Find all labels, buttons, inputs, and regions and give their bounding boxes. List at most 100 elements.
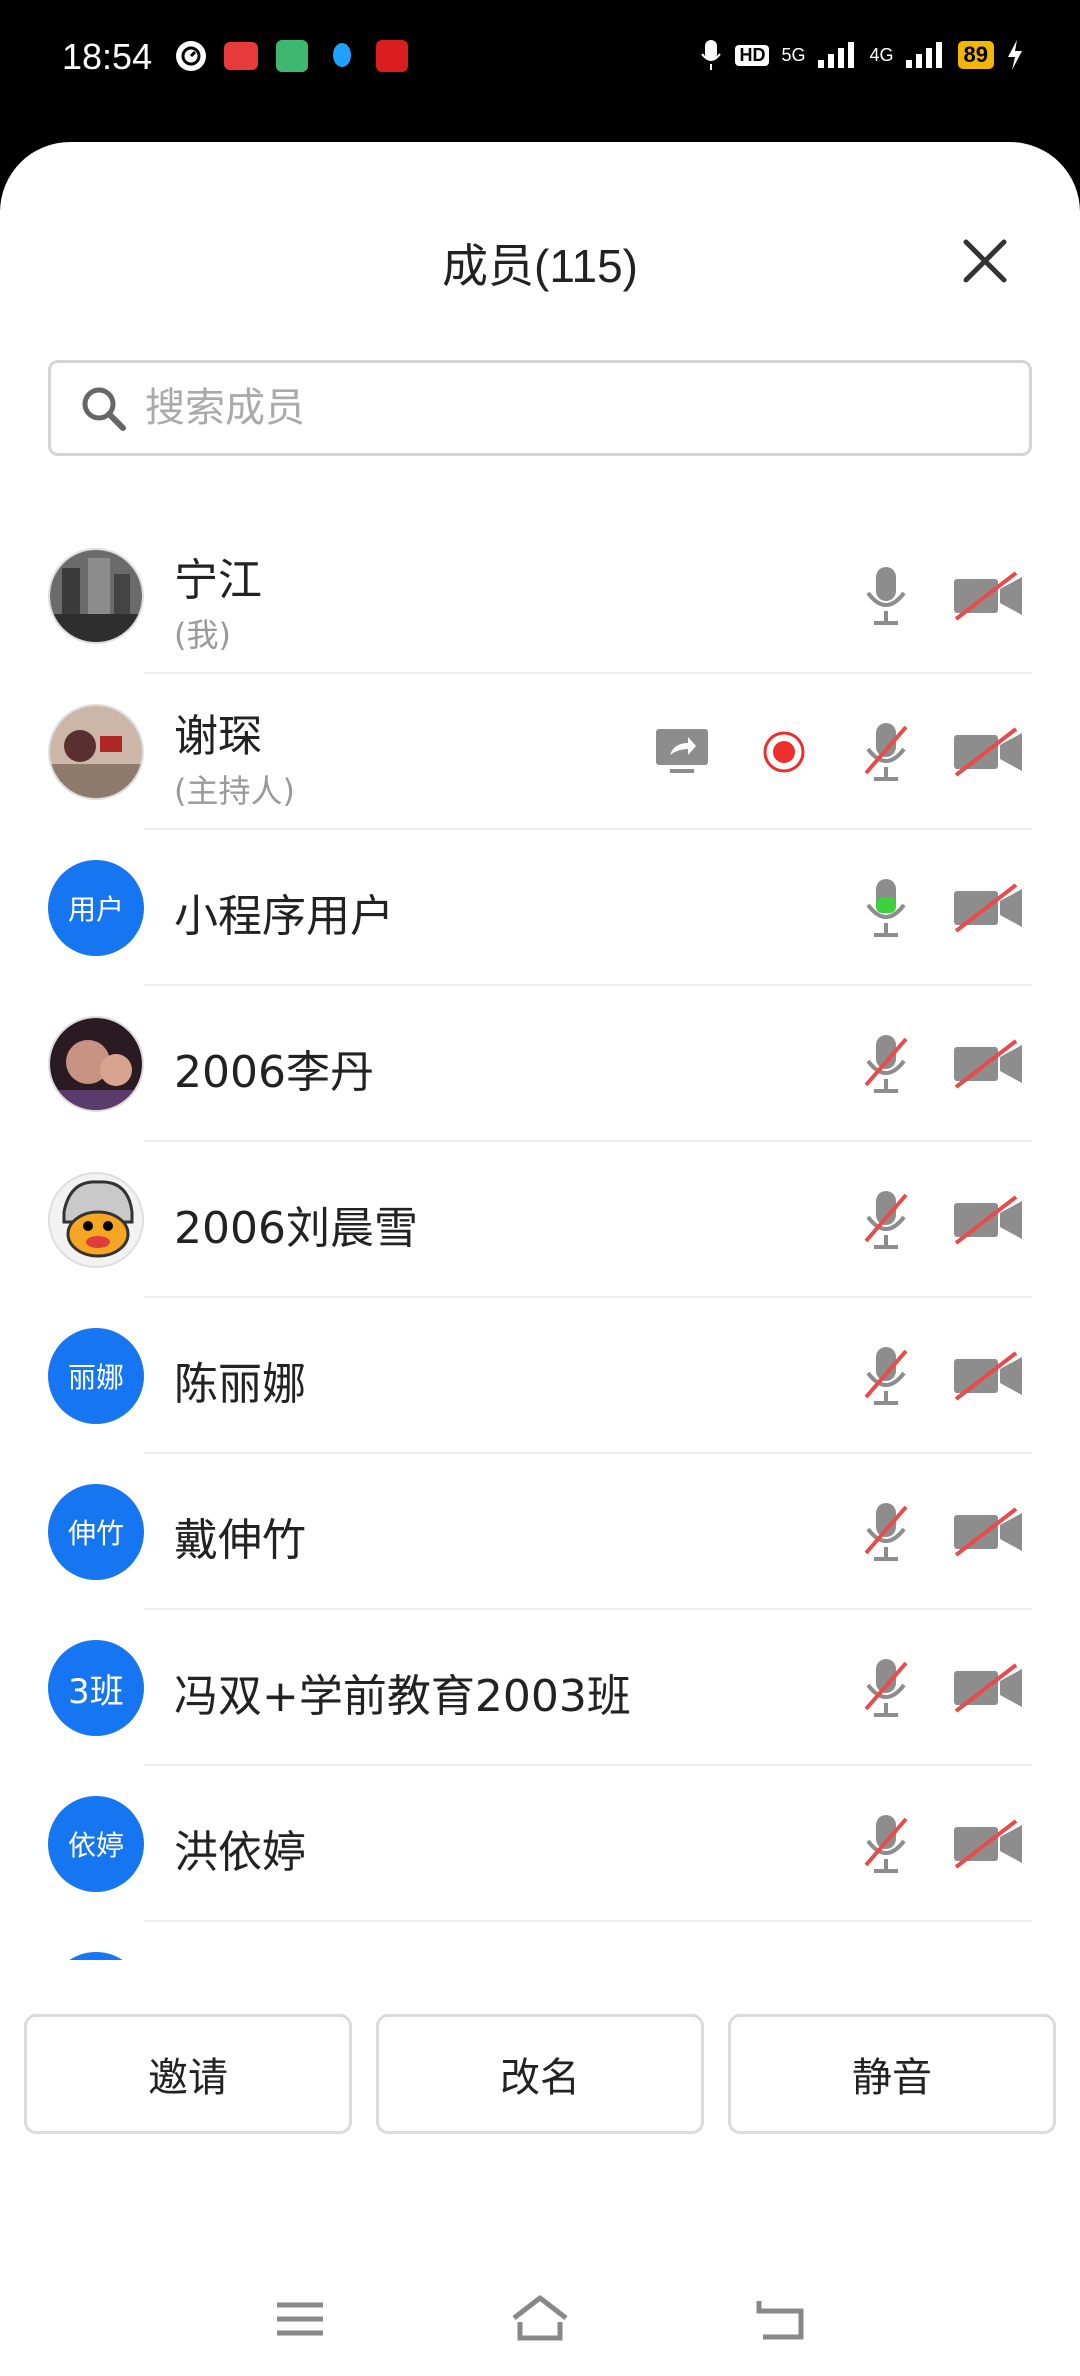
network-5g: 5G xyxy=(781,44,806,65)
mic-toggle[interactable] xyxy=(850,872,922,944)
member-row[interactable]: 丽娜 陈丽娜 xyxy=(0,1298,1080,1454)
qq-icon xyxy=(326,40,358,72)
camera-toggle[interactable] xyxy=(952,872,1024,944)
battery-level: 89 xyxy=(957,41,994,69)
close-button[interactable] xyxy=(950,226,1020,296)
member-row[interactable]: 用户 小程序用户 xyxy=(0,830,1080,986)
signal-icon-1 xyxy=(817,42,854,68)
mic-muted-icon xyxy=(864,1815,908,1873)
camera-toggle[interactable] xyxy=(952,1808,1024,1880)
member-name: 2006李丹 xyxy=(174,1047,374,1098)
camera-off-icon xyxy=(954,1819,1022,1869)
camera-toggle[interactable] xyxy=(952,1496,1024,1568)
member-row[interactable]: 宁江 (我) xyxy=(0,518,1080,674)
home-nav-button[interactable] xyxy=(500,2279,580,2359)
news-app-icon xyxy=(224,42,258,70)
close-icon xyxy=(963,239,1007,283)
member-name: 戴伸竹 xyxy=(174,1515,306,1566)
recording-indicator xyxy=(748,716,820,788)
camera-off-icon xyxy=(954,727,1022,777)
screen-share-icon xyxy=(656,729,708,773)
action-bar: 邀请 改名 静音 xyxy=(24,2014,1056,2134)
member-role: (我) xyxy=(174,616,231,654)
menu-nav-button[interactable] xyxy=(260,2279,340,2359)
mic-muted-icon xyxy=(864,1347,908,1405)
status-time: 18:54 xyxy=(62,36,153,77)
status-bar: 18:54 HD 5G 4G 89 xyxy=(0,0,1080,140)
search-input[interactable] xyxy=(145,385,965,431)
member-name: 陈丽娜 xyxy=(174,1359,306,1410)
mic-muted-icon xyxy=(864,723,908,781)
mic-toggle[interactable] xyxy=(850,1496,922,1568)
home-icon xyxy=(512,2295,568,2341)
search-icon xyxy=(82,387,126,431)
charging-icon xyxy=(1008,40,1022,70)
avatar: 3班 xyxy=(48,1640,144,1736)
game-app-icon xyxy=(276,40,308,72)
member-row[interactable]: 伸竹 戴伸竹 xyxy=(0,1454,1080,1610)
status-right: HD 5G 4G 89 xyxy=(699,38,1024,72)
member-name: 洪依婷 xyxy=(174,1827,306,1878)
mic-toggle[interactable] xyxy=(850,1028,922,1100)
mic-muted-icon xyxy=(864,1191,908,1249)
member-row[interactable]: 依婷 洪依婷 xyxy=(0,1766,1080,1922)
mic-toggle[interactable] xyxy=(850,560,922,632)
search-box[interactable] xyxy=(48,360,1032,456)
mic-toggle[interactable] xyxy=(850,1808,922,1880)
mic-toggle[interactable] xyxy=(850,1652,922,1724)
mic-status-icon xyxy=(701,40,722,70)
app-icon xyxy=(376,40,408,72)
signal-icon-2 xyxy=(905,42,942,68)
member-name: 2006刘晨雪 xyxy=(174,1203,418,1254)
member-name: 小程序用户 xyxy=(174,891,394,942)
camera-toggle[interactable] xyxy=(952,1028,1024,1100)
rename-button[interactable]: 改名 xyxy=(376,2014,704,2134)
avatar: 丽娜 xyxy=(48,1328,144,1424)
camera-toggle[interactable] xyxy=(952,1652,1024,1724)
avatar xyxy=(48,1952,144,1960)
member-row[interactable] xyxy=(0,1922,1080,1960)
mic-icon xyxy=(866,567,906,625)
camera-toggle[interactable] xyxy=(952,1184,1024,1256)
member-row[interactable]: 2006李丹 xyxy=(0,986,1080,1142)
camera-off-icon xyxy=(954,1195,1022,1245)
mute-all-button[interactable]: 静音 xyxy=(728,2014,1056,2134)
member-role: (主持人) xyxy=(174,772,295,810)
member-name: 宁江 xyxy=(174,555,262,606)
member-row[interactable]: 谢琛 (主持人) xyxy=(0,674,1080,830)
network-4g: 4G xyxy=(869,44,894,65)
avatar xyxy=(48,1016,144,1112)
camera-off-icon xyxy=(954,1039,1022,1089)
members-sheet: 成员(115) 宁江 (我) xyxy=(0,142,1080,2376)
mic-toggle[interactable] xyxy=(850,1184,922,1256)
camera-toggle[interactable] xyxy=(952,1340,1024,1412)
notification-icons xyxy=(176,40,408,72)
page-title: 成员(115) xyxy=(442,240,638,292)
camera-off-icon xyxy=(954,883,1022,933)
back-nav-button[interactable] xyxy=(740,2279,820,2359)
back-icon xyxy=(756,2301,804,2340)
avatar: 伸竹 xyxy=(48,1484,144,1580)
member-name: 谢琛 xyxy=(174,711,262,762)
screen-share-indicator xyxy=(646,716,718,788)
menu-icon xyxy=(277,2302,323,2336)
avatar: 依婷 xyxy=(48,1796,144,1892)
camera-off-icon xyxy=(954,571,1022,621)
member-row[interactable]: 3班 冯双+学前教育2003班 xyxy=(0,1610,1080,1766)
avatar xyxy=(48,1172,144,1268)
member-row[interactable]: 2006刘晨雪 xyxy=(0,1142,1080,1298)
record-icon xyxy=(763,731,805,773)
hd-badge: HD xyxy=(735,44,770,66)
camera-toggle[interactable] xyxy=(952,716,1024,788)
mic-muted-icon xyxy=(864,1659,908,1717)
invite-button[interactable]: 邀请 xyxy=(24,2014,352,2134)
camera-toggle[interactable] xyxy=(952,560,1024,632)
mic-toggle[interactable] xyxy=(850,1340,922,1412)
camera-off-icon xyxy=(954,1507,1022,1557)
mic-muted-icon xyxy=(864,1503,908,1561)
member-list[interactable]: 宁江 (我) 谢琛 (主持人) 用户 小程序用户 2006李丹 2006刘晨雪 … xyxy=(0,518,1080,1960)
mic-speaking-icon xyxy=(866,879,906,937)
mic-toggle[interactable] xyxy=(850,716,922,788)
camera-off-icon xyxy=(954,1663,1022,1713)
avatar xyxy=(48,704,144,800)
